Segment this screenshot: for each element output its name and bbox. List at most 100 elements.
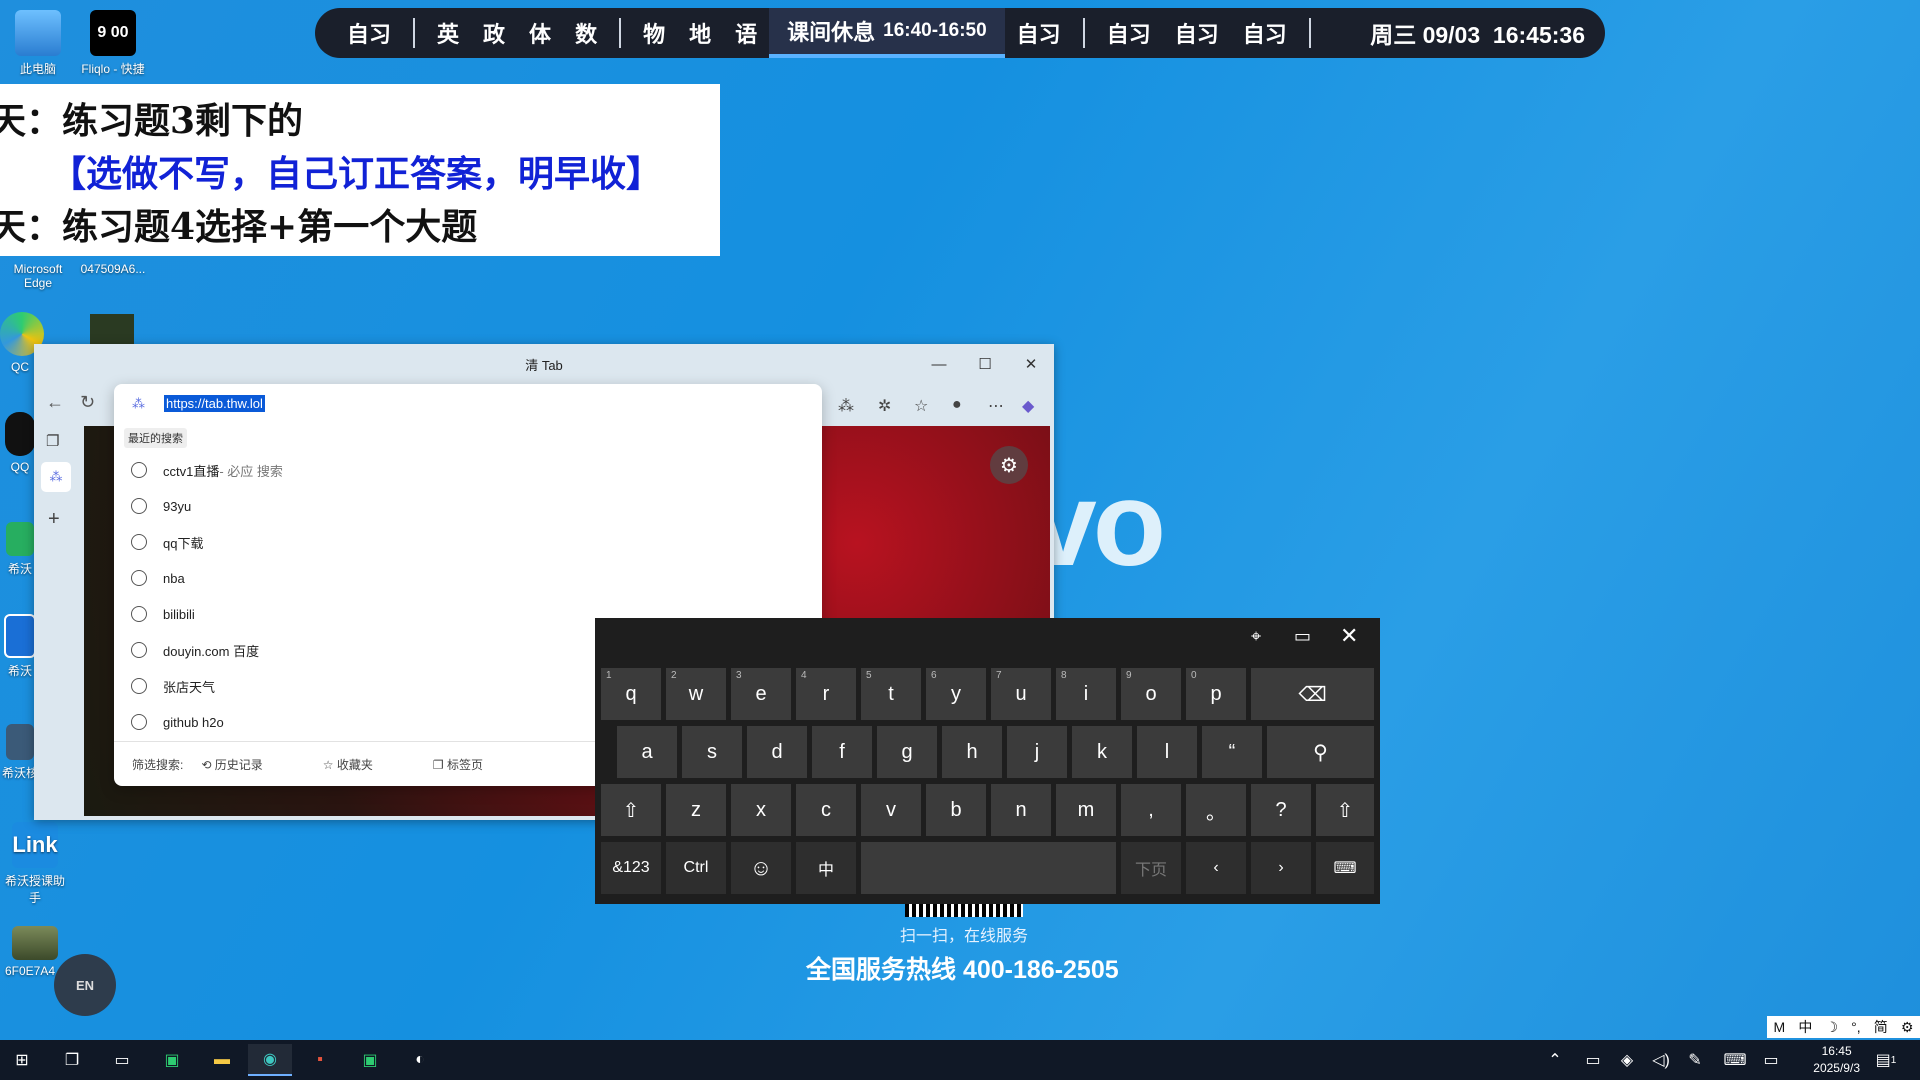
suggestion-item[interactable]: 93yu [114,488,822,524]
ime-punct-icon[interactable]: °, [1851,1019,1861,1035]
volume-icon[interactable]: ◁) [1646,1044,1676,1076]
tab-qingtab[interactable]: ⁂ [41,462,71,492]
tab-actions-icon[interactable]: ❐ [46,432,59,450]
key-j[interactable]: j [1007,726,1067,778]
symbols-key[interactable]: &123 [601,842,661,894]
key-w[interactable]: 2w [666,668,726,720]
space-key[interactable] [861,842,1116,894]
taskbar-powerpoint[interactable]: ▪ [298,1044,342,1076]
task-view-button[interactable]: ❐ [50,1044,94,1076]
shift-key-left[interactable]: ⇧ [601,784,661,836]
suggestion-item[interactable]: cctv1直播 - 必应 搜索 [114,452,822,488]
keyboard-layout-icon[interactable]: ▭ [1294,626,1311,647]
suggestion-item[interactable]: nba [114,560,822,596]
ime-language[interactable]: 中 [1798,1017,1812,1037]
ime-moon-icon[interactable]: ☽ [1825,1019,1838,1036]
emoji-key[interactable]: ☺ [731,842,791,894]
next-page-key[interactable]: 下页 [1121,842,1181,894]
suggestion-item[interactable]: qq下载 [114,524,822,560]
image-thumbnail-icon[interactable] [90,314,134,344]
copilot-icon[interactable]: ◆ [1022,396,1034,416]
language-key[interactable]: 中 [796,842,856,894]
key-x[interactable]: x [731,784,791,836]
start-button[interactable]: ⊞ [0,1044,44,1076]
minimize-button[interactable]: — [916,344,962,384]
key-q[interactable]: 1q [601,668,661,720]
desktop-icon-fliqlo[interactable]: 9 00 Fliqlo - 快捷 [78,10,148,77]
profile-avatar[interactable]: ● [952,396,962,414]
ime-simplified[interactable]: 简 [1874,1017,1888,1037]
new-tab-icon[interactable]: + [48,508,60,531]
filter-tabs-button[interactable]: ❐ 标签页 [433,756,513,773]
address-bar-input[interactable]: https://tab.thw.lol [164,395,265,412]
favorites-icon[interactable]: ☆ [914,396,928,416]
key-i[interactable]: 8i [1056,668,1116,720]
taskbar-clock[interactable]: 16:45 2025/9/3 [1813,1043,1860,1077]
ime-floating-button[interactable]: EN [54,954,116,1016]
key-y[interactable]: 6y [926,668,986,720]
key-quote[interactable]: “ [1202,726,1262,778]
settings-gear-icon[interactable]: ⚙ [990,446,1028,484]
touch-keyboard-icon[interactable]: ⌨ [1718,1044,1752,1076]
maximize-button[interactable]: ☐ [962,344,1008,384]
display-icon[interactable]: ▭ [1756,1044,1786,1076]
network-icon[interactable]: ▭ [1578,1044,1608,1076]
filter-history-button[interactable]: ⟲ 历史记录 [201,756,292,773]
desktop-icon-image[interactable]: 047509A6... [78,262,148,276]
more-menu-icon[interactable]: ⋯ [988,396,1004,416]
key-a[interactable]: a [617,726,677,778]
key-z[interactable]: z [666,784,726,836]
keyboard-switch-key[interactable]: ⌨ [1316,842,1374,894]
keyboard-move-icon[interactable]: ⌖ [1251,626,1261,647]
ime-mode[interactable]: M [1774,1019,1786,1035]
left-arrow-key[interactable]: ‹ [1186,842,1246,894]
key-m[interactable]: m [1056,784,1116,836]
filter-favorites-button[interactable]: ☆ 收藏夹 [323,756,403,773]
tab-extension-icon[interactable]: ⁂ [838,396,854,416]
key-p[interactable]: 0p [1186,668,1246,720]
key-l[interactable]: l [1137,726,1197,778]
key-s[interactable]: s [682,726,742,778]
taskbar-app-easinote[interactable]: ▣ [150,1044,194,1076]
key-d[interactable]: d [747,726,807,778]
taskbar-app-seewo[interactable]: ▭ [100,1044,144,1076]
key-g[interactable]: g [877,726,937,778]
taskbar-easinote-2[interactable]: ▣ [348,1044,392,1076]
pen-icon[interactable]: ✎ [1680,1044,1710,1076]
key-question[interactable]: ? [1251,784,1311,836]
extensions-icon[interactable]: ✲ [878,396,891,416]
key-o[interactable]: 9o [1121,668,1181,720]
ctrl-key[interactable]: Ctrl [666,842,726,894]
key-c[interactable]: c [796,784,856,836]
key-n[interactable]: n [991,784,1051,836]
taskbar-qq[interactable]: ◐ [398,1044,442,1076]
taskbar-file-explorer[interactable]: ▬ [200,1044,244,1076]
notification-center-button[interactable]: ▤ 1 [1866,1044,1906,1076]
key-e[interactable]: 3e [731,668,791,720]
key-comma[interactable]: , [1121,784,1181,836]
search-key[interactable]: ⚲ [1267,726,1374,778]
back-icon[interactable]: ← [46,392,64,413]
key-f[interactable]: f [812,726,872,778]
key-r[interactable]: 4r [796,668,856,720]
ime-status-bar[interactable]: M 中 ☽ °, 简 ⚙ [1767,1016,1920,1038]
key-v[interactable]: v [861,784,921,836]
desktop-icon-this-pc[interactable]: 此电脑 [3,10,73,77]
keyboard-close-icon[interactable]: ✕ [1340,623,1358,649]
shift-key-right[interactable]: ⇧ [1316,784,1374,836]
key-t[interactable]: 5t [861,668,921,720]
refresh-icon[interactable]: ↻ [80,392,95,413]
security-icon[interactable]: ◈ [1612,1044,1642,1076]
right-arrow-key[interactable]: › [1251,842,1311,894]
ime-settings-icon[interactable]: ⚙ [1901,1019,1914,1036]
key-h[interactable]: h [942,726,1002,778]
desktop-icon-seewo-link[interactable]: Link 希沃授课助手 [0,822,70,906]
key-k[interactable]: k [1072,726,1132,778]
desktop-icon-edge[interactable]: Microsoft Edge [3,262,73,290]
tray-overflow-icon[interactable]: ⌃ [1540,1044,1570,1076]
close-button[interactable]: ✕ [1008,344,1054,384]
backspace-key[interactable]: ⌫ [1251,668,1374,720]
taskbar-edge[interactable]: ◉ [248,1044,292,1076]
key-u[interactable]: 7u [991,668,1051,720]
key-period[interactable]: 。 [1186,784,1246,836]
